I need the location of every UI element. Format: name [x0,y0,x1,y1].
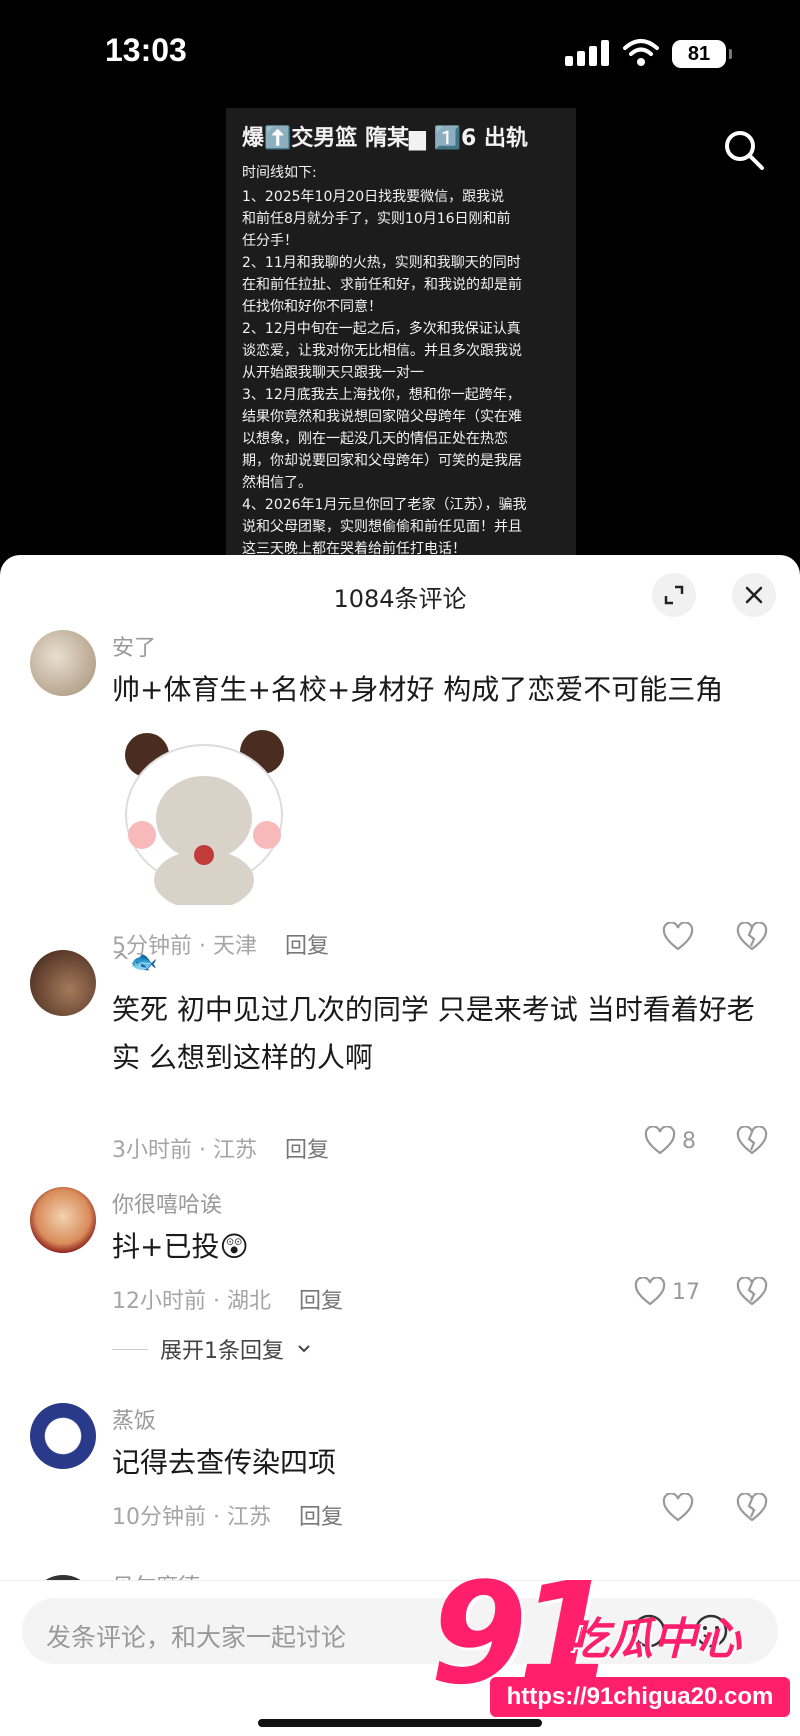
heart-icon [662,922,694,951]
broken-heart-icon [736,1276,768,1306]
post-text-line: 在和前任拉扯、求前任和好，和我说的却是前 [242,277,522,293]
expand-replies-button[interactable]: 展开1条回复 [112,1333,312,1365]
comment-username[interactable]: 安了 [112,630,156,662]
post-text-line: 4、2026年1月元旦你回了老家（江苏），骗我 [242,497,527,513]
post-text-line: 结果你竟然和我说想回家陪父母跨年（实在难 [242,409,522,425]
post-text: 1、2025年10月20日找我要微信，跟我说 和前任8月就分手了，实则10月16日… [242,186,560,560]
avatar[interactable] [30,1403,96,1469]
like-button[interactable]: 8 [644,1126,696,1156]
post-text-line: 说和父母团聚，实则想偷偷和前任见面！并且 [242,519,522,535]
comment-meta: 12小时前 · 湖北 回复 [112,1283,343,1315]
comment-time: 10分钟前 · 江苏 [112,1505,271,1530]
expand-icon [664,585,684,605]
avatar[interactable] [30,950,96,1016]
reply-button[interactable]: 回复 [299,1505,343,1530]
watermark: 91 吃瓜中心 https://91chigua20.com [410,1565,800,1735]
dislike-button[interactable] [736,1125,768,1160]
expand-replies-label: 展开1条回复 [160,1339,284,1364]
comment-text: 记得去查传染四项 [112,1446,337,1479]
reply-button[interactable]: 回复 [285,1138,329,1163]
comment-text: 笑死 初中见过几次的同学 只是来考试 当时看着好老实 么想到这样的人啊 [112,993,755,1074]
like-button[interactable] [662,922,694,952]
comment-meta: 10分钟前 · 江苏 回复 [112,1499,343,1531]
avatar[interactable] [30,630,96,696]
post-text-line: 任分手！ [242,233,298,249]
broken-heart-icon [736,1492,768,1522]
comment-username[interactable]: ^🐟 [112,950,158,975]
cellular-signal-icon [565,40,609,66]
post-text-line: 谈恋爱，让我对你无比相信。并且多次跟我说 [242,343,522,359]
panda-sticker-icon [125,730,284,910]
dislike-button[interactable] [736,1492,768,1527]
chevron-down-icon [298,1345,310,1353]
close-button[interactable] [732,573,776,617]
reply-button[interactable]: 回复 [299,1289,343,1314]
post-image[interactable]: 爆⬆️交男篮 隋某▆ 1️⃣6 出轨 时间线如下: 1、2025年10月20日找… [226,108,576,568]
post-text-line: 从开始跟我聊天只跟我一对一 [242,365,424,381]
post-text-line: 3、12月底我去上海找你，想和你一起跨年， [242,387,521,403]
post-text-line: 期，你却说要回家和父母跨年）可笑的是我居 [242,453,522,469]
comment-time: 12小时前 · 湖北 [112,1289,271,1314]
comment-text: 抖+已投😲 [112,1230,249,1263]
watermark-text: 吃瓜中心 [565,1614,741,1665]
like-button[interactable]: 17 [634,1277,700,1307]
heart-icon [662,1493,694,1522]
watermark-url: https://91chigua20.com [490,1677,790,1717]
reply-button[interactable]: 回复 [285,934,329,959]
dislike-button[interactable] [736,921,768,956]
sticker-image[interactable] [112,720,297,910]
expand-button[interactable] [652,573,696,617]
post-text-line: 1、2025年10月20日找我要微信，跟我说 [242,189,505,205]
status-time: 13:03 [105,32,187,68]
like-button[interactable] [662,1493,694,1523]
comment-time: 3小时前 · 江苏 [112,1138,257,1163]
wifi-icon [623,39,659,66]
sheet-header: 1084条评论 [0,555,800,635]
post-text-line: 然相信了。 [242,475,312,491]
comment-username[interactable]: 你很嘻哈诶 [112,1187,222,1219]
post-title: 爆⬆️交男篮 隋某▆ 1️⃣6 出轨 [242,126,528,151]
broken-heart-icon [736,921,768,951]
avatar[interactable] [30,1187,96,1253]
search-icon[interactable] [722,128,766,172]
status-bar: 13:03 81 [0,0,800,110]
post-text-line: 和前任8月就分手了，实则10月16日刚和前 [242,211,511,227]
like-count: 8 [682,1128,696,1154]
comment-input-placeholder: 发条评论，和大家一起讨论 [46,1623,347,1652]
battery-indicator: 81 [672,40,732,68]
post-text-line: 任找你和好你不同意！ [242,299,382,315]
comment-text: 帅+体育生+名校+身材好 构成了恋爱不可能三角 [112,673,724,706]
post-text-line: 2、12月中旬在一起之后，多次和我保证认真 [242,321,521,337]
heart-icon [644,1126,676,1155]
comment-sheet: 1084条评论 安了 帅+体育生+名校+身材好 构成了恋爱不可能三角 5分钟前 … [0,555,800,1735]
post-text-line: 以想象，刚在一起没几天的情侣正处在热恋 [242,431,508,447]
comment-username[interactable]: 蒸饭 [112,1403,156,1435]
close-icon [745,586,763,604]
heart-icon [634,1277,666,1306]
broken-heart-icon [736,1125,768,1155]
divider [112,1348,148,1350]
comment-meta: 3小时前 · 江苏 回复 [112,1132,329,1164]
post-text-line: 2、11月和我聊的火热，实则和我聊天的同时 [242,255,521,271]
post-subtitle: 时间线如下: [242,165,317,181]
dislike-button[interactable] [736,1276,768,1311]
like-count: 17 [672,1279,700,1305]
